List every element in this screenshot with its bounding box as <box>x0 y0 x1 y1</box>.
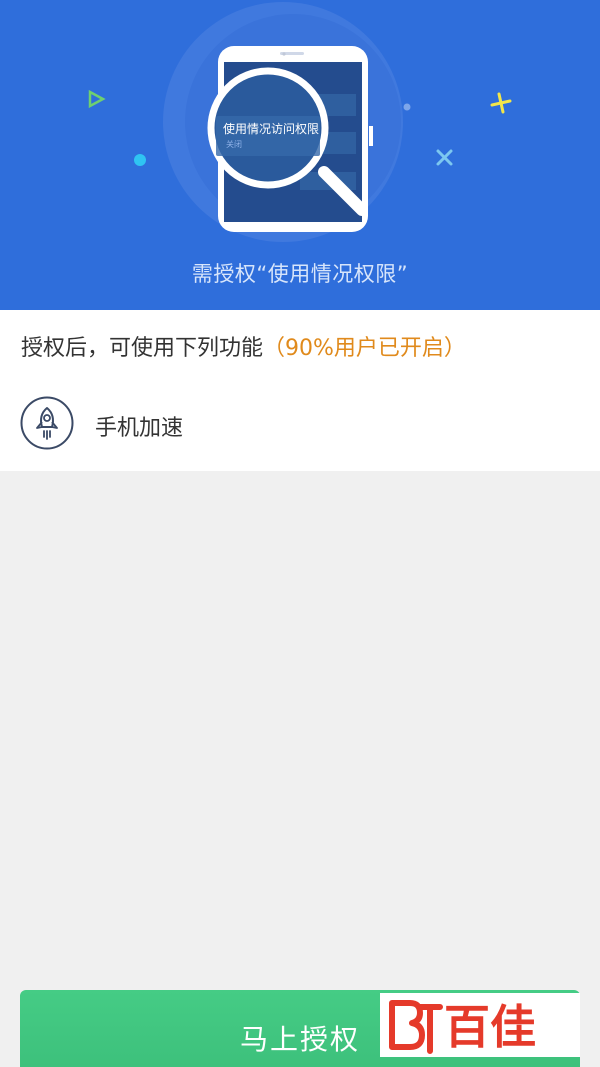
triangle-sparkle-icon <box>88 89 106 109</box>
hero-caption: 需授权“使用情况权限” <box>191 262 409 286</box>
rocket-icon <box>20 396 74 450</box>
magnifier-subtitle: 关闭 <box>226 140 242 149</box>
card-heading: 授权后，可使用下列功能（90%用户已开启） <box>21 330 466 362</box>
dot-sparkle-icon <box>134 154 146 166</box>
card-heading-text: 授权后，可使用下列功能 <box>21 336 264 361</box>
user-ratio-highlight: （90%用户已开启） <box>263 336 466 361</box>
magnifier-title: 使用情况访问权限 <box>222 122 319 136</box>
hero-banner: 使用情况访问权限 关闭 需授权“使用情况权限” <box>0 0 600 310</box>
permission-page: 使用情况访问权限 关闭 需授权“使用情况权限” 授权后，可使用下列功能（90%用… <box>0 0 600 1067</box>
watermark-text: 百佳 <box>444 1000 536 1054</box>
feature-label: 手机加速 <box>95 416 184 441</box>
cross-sparkle-icon <box>436 149 453 166</box>
feature-item-phone-boost: 手机加速 <box>0 390 600 456</box>
plus-sparkle-icon <box>490 92 512 114</box>
permission-card: 授权后，可使用下列功能（90%用户已开启） 手机加速 <box>0 310 600 471</box>
watermark-logo: 百佳 <box>380 993 580 1057</box>
baijia-logo-icon: 百佳 <box>389 1000 536 1054</box>
